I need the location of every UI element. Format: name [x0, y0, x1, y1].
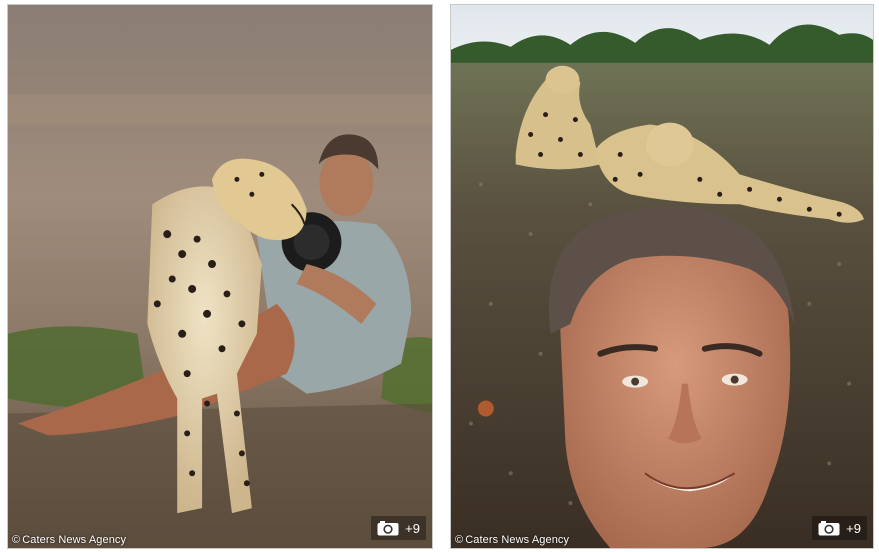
copyright-symbol: ©: [455, 534, 464, 546]
gallery-count: +9: [846, 520, 861, 536]
photo-selfie-cheetahs-image: [451, 5, 873, 548]
photo-credit: © Caters News Agency: [12, 534, 126, 546]
gallery-count: +9: [405, 520, 420, 536]
credit-text: Caters News Agency: [465, 534, 570, 546]
photo-cheetah-photographer-image: [8, 5, 432, 548]
gallery-badge[interactable]: +9: [371, 516, 426, 540]
camera-icon: [818, 520, 840, 536]
copyright-symbol: ©: [12, 534, 21, 546]
credit-text: Caters News Agency: [22, 534, 127, 546]
photo-selfie-cheetahs[interactable]: © Caters News Agency +9: [450, 4, 874, 549]
gallery-badge[interactable]: +9: [812, 516, 867, 540]
photo-cheetah-photographer[interactable]: © Caters News Agency +9: [7, 4, 433, 549]
camera-icon: [377, 520, 399, 536]
photo-credit: © Caters News Agency: [455, 534, 569, 546]
